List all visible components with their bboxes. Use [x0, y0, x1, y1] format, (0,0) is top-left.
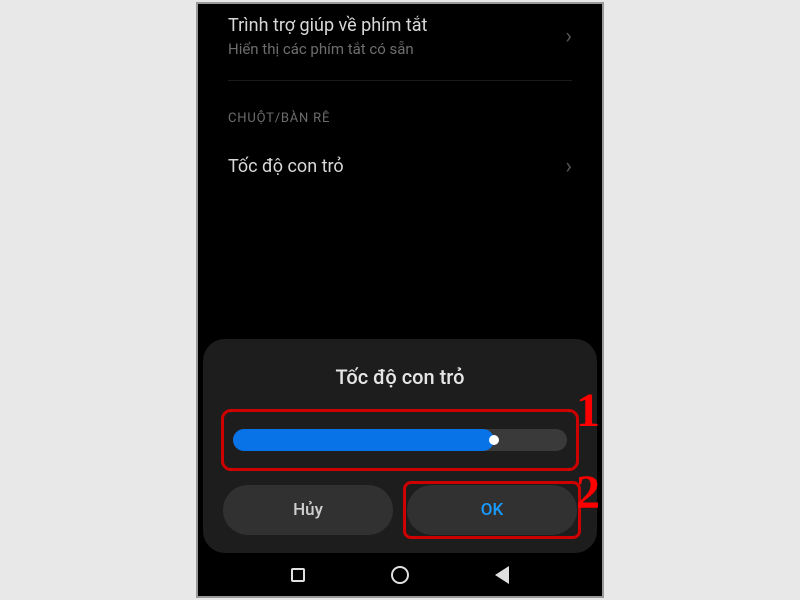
dialog-button-row: Hủy OK	[223, 485, 577, 535]
cancel-label: Hủy	[293, 500, 323, 520]
annotation-number-2: 2	[576, 465, 600, 520]
pointer-speed-slider[interactable]	[233, 429, 567, 451]
slider-thumb[interactable]	[489, 435, 499, 445]
ok-label: OK	[481, 500, 503, 520]
nav-home-icon[interactable]	[391, 566, 409, 584]
nav-bar	[198, 554, 602, 596]
nav-back-icon[interactable]	[495, 566, 509, 584]
slider-fill	[233, 429, 494, 451]
ok-button[interactable]: OK	[407, 485, 577, 535]
phone-frame: Trình trợ giúp về phím tắt Hiển thị các …	[196, 2, 604, 598]
dialog-pointer-speed: Tốc độ con trỏ Hủy OK	[203, 339, 597, 553]
dialog-title: Tốc độ con trỏ	[223, 365, 577, 389]
cancel-button[interactable]: Hủy	[223, 485, 393, 535]
slider-container	[233, 429, 567, 451]
nav-recents-icon[interactable]	[291, 568, 305, 582]
annotation-number-1: 1	[576, 383, 600, 438]
